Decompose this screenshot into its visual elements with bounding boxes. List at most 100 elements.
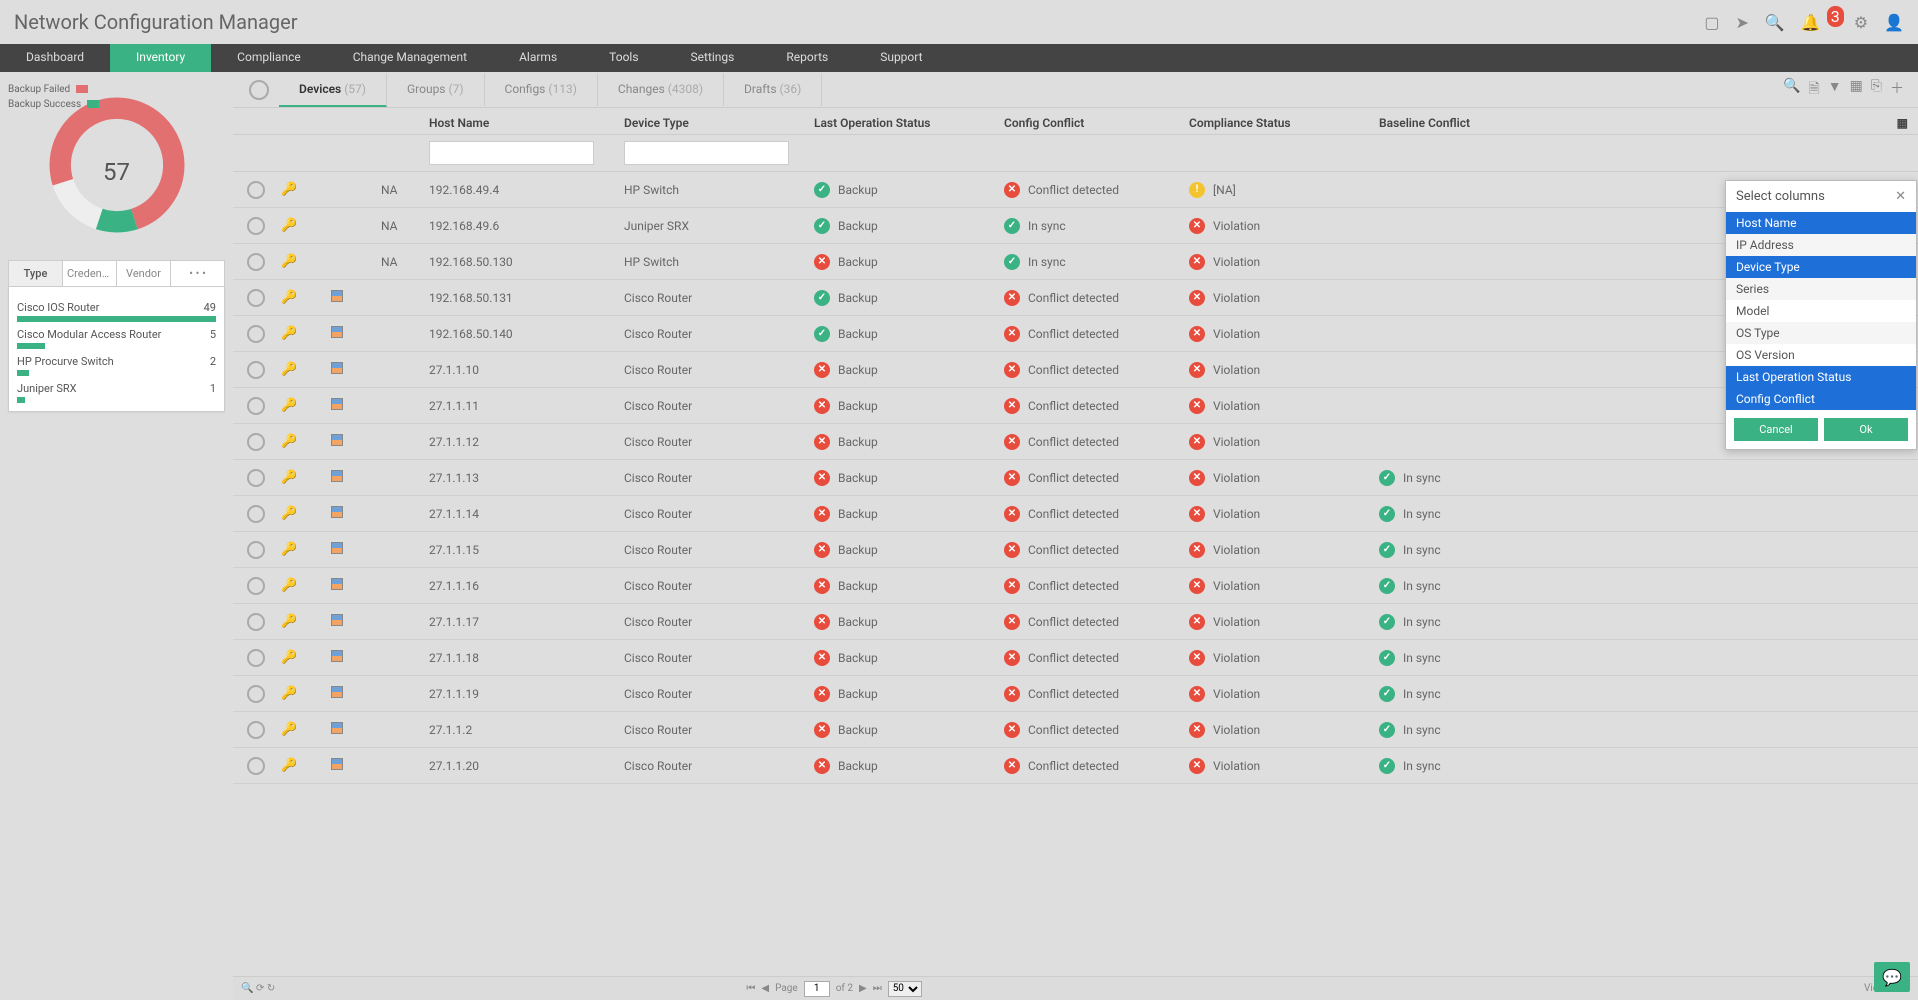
column-option[interactable]: Device Type: [1726, 256, 1916, 278]
column-option[interactable]: Last Operation Status: [1726, 366, 1916, 388]
table-row[interactable]: 🔑27.1.1.2Cisco Router✕Backup✕Conflict de…: [233, 712, 1918, 748]
row-checkbox[interactable]: [247, 397, 265, 415]
row-checkbox[interactable]: [247, 757, 265, 775]
gear-icon[interactable]: ⚙: [1854, 13, 1868, 32]
column-option[interactable]: Host Name: [1726, 212, 1916, 234]
nav-support[interactable]: Support: [854, 44, 948, 72]
table-row[interactable]: 🔑27.1.1.12Cisco Router✕Backup✕Conflict d…: [233, 424, 1918, 460]
row-checkbox[interactable]: [247, 577, 265, 595]
table-row[interactable]: 🔑27.1.1.14Cisco Router✕Backup✕Conflict d…: [233, 496, 1918, 532]
row-checkbox[interactable]: [247, 253, 265, 271]
close-icon[interactable]: ✕: [1895, 189, 1906, 204]
zoom-in-icon[interactable]: 🔍: [241, 983, 253, 994]
nav-tools[interactable]: Tools: [583, 44, 664, 72]
subtab-drafts[interactable]: Drafts (36): [724, 73, 822, 106]
row-checkbox[interactable]: [247, 325, 265, 343]
filter-type-input[interactable]: [624, 141, 789, 165]
row-checkbox[interactable]: [247, 505, 265, 523]
table-row[interactable]: 🔑27.1.1.15Cisco Router✕Backup✕Conflict d…: [233, 532, 1918, 568]
side-list-item[interactable]: Cisco IOS Router49: [17, 295, 216, 316]
col-header-host[interactable]: Host Name: [429, 116, 624, 130]
search-icon[interactable]: 🔍: [1765, 13, 1785, 32]
row-checkbox[interactable]: [247, 721, 265, 739]
subtab-configs[interactable]: Configs (113): [485, 73, 598, 106]
row-checkbox[interactable]: [247, 361, 265, 379]
table-row[interactable]: 🔑27.1.1.10Cisco Router✕Backup✕Conflict d…: [233, 352, 1918, 388]
nav-compliance[interactable]: Compliance: [211, 44, 327, 72]
nav-dashboard[interactable]: Dashboard: [0, 44, 110, 72]
row-checkbox[interactable]: [247, 613, 265, 631]
side-list-item[interactable]: HP Procurve Switch2: [17, 349, 216, 370]
row-checkbox[interactable]: [247, 181, 265, 199]
row-checkbox[interactable]: [247, 469, 265, 487]
column-option[interactable]: OS Type: [1726, 322, 1916, 344]
nav-reports[interactable]: Reports: [760, 44, 854, 72]
nav-inventory[interactable]: Inventory: [110, 44, 211, 72]
table-row[interactable]: 🔑NA192.168.50.130HP Switch✕Backup✓In syn…: [233, 244, 1918, 280]
page-prev-icon[interactable]: ◀: [761, 983, 769, 994]
table-row[interactable]: 🔑27.1.1.18Cisco Router✕Backup✕Conflict d…: [233, 640, 1918, 676]
avatar-icon[interactable]: 👤: [1884, 13, 1904, 32]
filter-icon[interactable]: ▼: [1828, 78, 1842, 102]
copy-icon[interactable]: ⎘: [1871, 78, 1882, 102]
table-row[interactable]: 🔑NA192.168.49.6Juniper SRX✓Backup✓In syn…: [233, 208, 1918, 244]
table-row[interactable]: 🔑192.168.50.131Cisco Router✓Backup✕Confl…: [233, 280, 1918, 316]
row-checkbox[interactable]: [247, 217, 265, 235]
page-input[interactable]: [804, 981, 830, 997]
col-header-conf[interactable]: Config Conflict: [1004, 116, 1189, 130]
subtab-changes[interactable]: Changes (4308): [598, 73, 724, 106]
table-row[interactable]: 🔑27.1.1.13Cisco Router✕Backup✕Conflict d…: [233, 460, 1918, 496]
column-option[interactable]: Series: [1726, 278, 1916, 300]
col-header-base[interactable]: Baseline Conflict: [1379, 116, 1539, 130]
side-list-item[interactable]: Juniper SRX1: [17, 376, 216, 397]
col-header-type[interactable]: Device Type: [624, 116, 814, 130]
table-row[interactable]: 🔑27.1.1.11Cisco Router✕Backup✕Conflict d…: [233, 388, 1918, 424]
subtab-devices[interactable]: Devices (57): [279, 73, 387, 107]
filter-host-input[interactable]: [429, 141, 594, 165]
row-checkbox[interactable]: [247, 541, 265, 559]
ok-button[interactable]: Ok: [1824, 418, 1908, 441]
nav-settings[interactable]: Settings: [665, 44, 761, 72]
search-icon[interactable]: 🔍: [1783, 78, 1800, 102]
row-checkbox[interactable]: [247, 289, 265, 307]
nav-alarms[interactable]: Alarms: [493, 44, 583, 72]
side-tab-2[interactable]: Vendor: [117, 261, 171, 286]
table-row[interactable]: 🔑27.1.1.17Cisco Router✕Backup✕Conflict d…: [233, 604, 1918, 640]
table-row[interactable]: 🔑27.1.1.20Cisco Router✕Backup✕Conflict d…: [233, 748, 1918, 784]
nav-change-management[interactable]: Change Management: [327, 44, 493, 72]
refresh-icon[interactable]: ↻: [267, 983, 275, 994]
row-checkbox[interactable]: [247, 685, 265, 703]
page-last-icon[interactable]: ⏭: [873, 983, 882, 994]
page-first-icon[interactable]: ⏮: [746, 983, 755, 994]
row-checkbox[interactable]: [247, 649, 265, 667]
bell-icon[interactable]: 🔔3: [1801, 13, 1838, 32]
link-icon[interactable]: ⟳: [256, 983, 264, 994]
presentation-icon[interactable]: ▢: [1704, 13, 1719, 32]
table-row[interactable]: 🔑27.1.1.16Cisco Router✕Backup✕Conflict d…: [233, 568, 1918, 604]
row-checkbox[interactable]: [247, 433, 265, 451]
side-list-item[interactable]: Cisco Modular Access Router5: [17, 322, 216, 343]
add-icon[interactable]: ＋: [1890, 78, 1904, 102]
column-option[interactable]: IP Address: [1726, 234, 1916, 256]
column-option[interactable]: Config Conflict: [1726, 388, 1916, 410]
columns-icon[interactable]: ▦: [1850, 78, 1863, 102]
select-all-checkbox[interactable]: [249, 80, 269, 100]
page-next-icon[interactable]: ▶: [859, 983, 867, 994]
side-tab-3[interactable]: • • •: [171, 261, 224, 286]
table-row[interactable]: 🔑192.168.50.140Cisco Router✓Backup✕Confl…: [233, 316, 1918, 352]
table-row[interactable]: 🔑NA192.168.49.4HP Switch✓Backup✕Conflict…: [233, 172, 1918, 208]
subtab-groups[interactable]: Groups (7): [387, 73, 485, 106]
export-pdf-icon[interactable]: 🗎: [1808, 78, 1819, 102]
column-option[interactable]: Model: [1726, 300, 1916, 322]
column-option[interactable]: OS Version: [1726, 344, 1916, 366]
column-settings-icon[interactable]: ▦: [1897, 116, 1918, 130]
col-header-comp[interactable]: Compliance Status: [1189, 116, 1379, 130]
page-size-select[interactable]: 50: [888, 981, 922, 997]
rocket-icon[interactable]: ➤: [1735, 13, 1748, 32]
cancel-button[interactable]: Cancel: [1734, 418, 1818, 441]
col-header-op[interactable]: Last Operation Status: [814, 116, 1004, 130]
chat-icon[interactable]: 💬: [1874, 962, 1910, 992]
side-tab-0[interactable]: Type: [9, 261, 63, 286]
table-row[interactable]: 🔑27.1.1.19Cisco Router✕Backup✕Conflict d…: [233, 676, 1918, 712]
side-tab-1[interactable]: Credent…: [63, 261, 117, 286]
